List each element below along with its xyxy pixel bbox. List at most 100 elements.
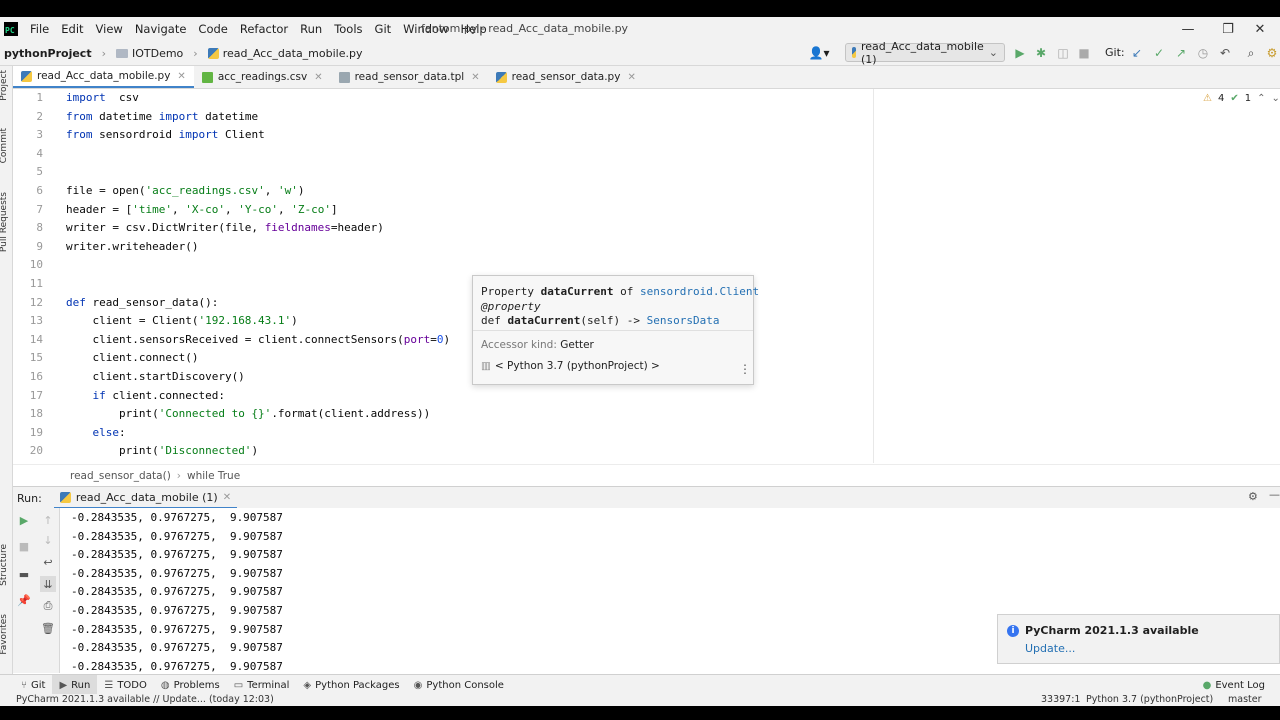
settings-icon[interactable]: ⚙ — [1264, 45, 1280, 61]
breadcrumb-file[interactable]: read_Acc_data_mobile.py — [223, 47, 363, 60]
history-icon[interactable]: ◷ — [1195, 45, 1211, 61]
menu-git[interactable]: Git — [369, 22, 398, 36]
tool-window-favorites[interactable]: Favorites — [0, 614, 9, 655]
tab-acc-readings-csv[interactable]: acc_readings.csv ✕ — [194, 66, 331, 88]
code-line[interactable]: client.sensorsReceived = client.connectS… — [66, 333, 450, 346]
search-icon[interactable]: ⌕ — [1243, 45, 1259, 61]
close-icon[interactable]: ✕ — [1240, 17, 1280, 41]
status-message[interactable]: PyCharm 2021.1.3 available // Update... … — [16, 694, 274, 705]
gear-icon[interactable]: ⚙ — [1248, 490, 1258, 503]
code-line[interactable]: client.connect() — [66, 351, 198, 364]
minimize-icon[interactable]: — — [1168, 17, 1208, 41]
code-line[interactable]: writer.writeheader() — [66, 240, 198, 253]
close-tab-icon[interactable]: ✕ — [314, 72, 322, 83]
git-push-icon[interactable]: ↗ — [1173, 45, 1189, 61]
code-line[interactable]: else: — [66, 426, 126, 439]
tool-window-project[interactable]: Project — [0, 70, 9, 101]
tab-read-acc-data-mobile[interactable]: read_Acc_data_mobile.py ✕ — [13, 66, 194, 88]
notification-title: PyCharm 2021.1.3 available — [1025, 624, 1199, 637]
breadcrumb-project[interactable]: pythonProject — [4, 47, 92, 60]
line-number: 12 — [29, 295, 43, 309]
arrow-up-icon[interactable]: ↑ — [40, 512, 56, 528]
line-number: 16 — [29, 370, 43, 383]
code-line[interactable]: print('Disconnected') — [66, 444, 258, 457]
stop-icon[interactable]: ■ — [16, 538, 32, 554]
tool-window-git[interactable]: ⑂ Git — [14, 675, 52, 695]
code-token: 'Connected to {}' — [158, 407, 272, 421]
soft-wrap-icon[interactable]: ↩ — [40, 554, 56, 570]
tool-window-terminal[interactable]: ▭ Terminal — [227, 675, 297, 695]
code-line[interactable]: from datetime import datetime — [66, 110, 258, 123]
run-tab[interactable]: read_Acc_data_mobile (1) ✕ — [53, 487, 238, 509]
code-token: ) — [297, 184, 305, 197]
chevron-up-icon[interactable]: ⌃ — [1257, 93, 1265, 104]
print-icon[interactable]: ⎙ — [40, 598, 56, 614]
menu-navigate[interactable]: Navigate — [129, 22, 193, 36]
tool-window-structure[interactable]: Structure — [0, 544, 9, 586]
run-icon[interactable]: ▶ — [1012, 45, 1028, 61]
tool-window-python-packages[interactable]: ◈ Python Packages — [296, 675, 406, 695]
stop-icon[interactable]: ■ — [1076, 45, 1092, 61]
more-options-icon[interactable]: ⋮ — [739, 362, 751, 376]
code-token: writer = csv.DictWriter(file, — [66, 221, 265, 235]
line-number: 17 — [29, 388, 43, 402]
close-tab-icon[interactable]: ✕ — [223, 492, 231, 503]
top-letterbox — [0, 0, 1280, 17]
doc-class-link[interactable]: sensordroid.Client — [640, 285, 759, 298]
tool-window-commit[interactable]: Commit — [0, 128, 9, 163]
debug-icon[interactable]: ✱ — [1033, 45, 1049, 61]
run-configuration-select[interactable]: read_Acc_data_mobile (1) ⌄ — [845, 40, 1005, 66]
code-line[interactable]: client.startDiscovery() — [66, 370, 244, 383]
breadcrumb-function[interactable]: read_sensor_data() — [70, 470, 171, 482]
scroll-to-end-icon[interactable]: ⇊ — [40, 576, 56, 592]
menu-tools[interactable]: Tools — [328, 22, 368, 36]
code-line[interactable]: writer = csv.DictWriter(file, fieldnames… — [66, 221, 384, 234]
menu-code[interactable]: Code — [192, 22, 233, 36]
tool-window-python-console[interactable]: ◉ Python Console — [407, 675, 511, 695]
arrow-down-icon[interactable]: ↓ — [40, 532, 56, 548]
menu-file[interactable]: File — [24, 22, 55, 36]
rollback-icon[interactable]: ↶ — [1217, 45, 1233, 61]
rerun-icon[interactable]: ▶ — [16, 512, 32, 528]
menu-run[interactable]: Run — [294, 22, 328, 36]
user-icon[interactable]: 👤▾ — [808, 45, 830, 61]
code-line[interactable]: client = Client('192.168.43.1') — [66, 314, 297, 327]
close-tab-icon[interactable]: ✕ — [471, 72, 479, 83]
caret-position[interactable]: 33397:1 — [1041, 694, 1080, 705]
tab-read-sensor-data-tpl[interactable]: read_sensor_data.tpl ✕ — [331, 66, 488, 88]
code-line[interactable]: print('Connected to {}'.format(client.ad… — [66, 407, 430, 420]
hide-panel-icon[interactable]: — — [1269, 488, 1280, 501]
git-commit-icon[interactable]: ✓ — [1151, 45, 1167, 61]
code-line[interactable]: from sensordroid import Client — [66, 128, 265, 141]
code-line[interactable]: header = ['time', 'X-co', 'Y-co', 'Z-co'… — [66, 203, 338, 216]
update-link[interactable]: Update... — [1025, 642, 1075, 655]
tab-read-sensor-data-py[interactable]: read_sensor_data.py ✕ — [488, 66, 644, 88]
layout-icon[interactable]: ▬ — [16, 566, 32, 582]
git-update-icon[interactable]: ↙ — [1129, 45, 1145, 61]
chevron-down-icon[interactable]: ⌄ — [1272, 93, 1280, 104]
status-interpreter[interactable]: Python 3.7 (pythonProject) — [1086, 694, 1213, 705]
tool-window-problems[interactable]: ◍ Problems — [154, 675, 227, 695]
tool-window-run[interactable]: ▶ Run — [52, 675, 98, 695]
breadcrumb-folder[interactable]: IOTDemo — [132, 47, 183, 60]
chevron-down-icon: ⌄ — [988, 46, 998, 59]
menu-refactor[interactable]: Refactor — [234, 22, 294, 36]
doc-return-type-link[interactable]: SensorsData — [647, 314, 720, 327]
menu-view[interactable]: View — [90, 22, 129, 36]
close-tab-icon[interactable]: ✕ — [177, 71, 185, 82]
close-tab-icon[interactable]: ✕ — [627, 72, 635, 83]
tool-window-event-log[interactable]: ● Event Log — [1196, 675, 1272, 695]
trash-icon[interactable]: 🗑 — [40, 620, 56, 636]
coverage-icon[interactable]: ◫ — [1055, 45, 1071, 61]
code-line[interactable]: if client.connected: — [66, 389, 225, 402]
tool-window-todo[interactable]: ☰ TODO — [97, 675, 154, 695]
inspection-widget[interactable]: ⚠ 4 ✔ 1 ⌃ ⌄ — [1203, 93, 1280, 104]
code-line[interactable]: file = open('acc_readings.csv', 'w') — [66, 184, 304, 197]
tool-window-pull-requests[interactable]: Pull Requests — [0, 192, 9, 252]
code-line[interactable]: def read_sensor_data(): — [66, 296, 218, 309]
menu-edit[interactable]: Edit — [55, 22, 89, 36]
git-branch[interactable]: master — [1228, 694, 1262, 705]
breadcrumb-loop[interactable]: while True — [187, 470, 240, 482]
pin-icon[interactable]: 📌 — [16, 592, 32, 608]
code-line[interactable]: import csv — [66, 91, 139, 104]
